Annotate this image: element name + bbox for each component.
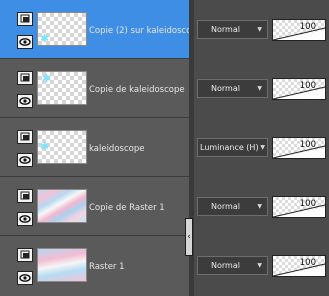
opacity-value: 100 bbox=[299, 140, 316, 150]
opacity-slider[interactable]: 100 bbox=[272, 19, 326, 41]
opacity-value: 100 bbox=[299, 199, 316, 209]
chevron-left-icon[interactable]: ‹ bbox=[185, 218, 193, 256]
raster-layer-icon[interactable] bbox=[17, 12, 33, 26]
layer-icons bbox=[14, 59, 36, 117]
layer-thumbnail[interactable] bbox=[37, 189, 87, 223]
layer-name[interactable]: Copie de Raster 1 bbox=[89, 203, 189, 214]
opacity-slider[interactable]: 100 bbox=[272, 78, 326, 100]
opacity-slider[interactable]: 100 bbox=[272, 255, 326, 277]
opacity-value: 100 bbox=[299, 22, 316, 32]
sparkle-icon: ✱ bbox=[42, 72, 52, 85]
layer-name[interactable]: Copie de kaleidoscope bbox=[89, 85, 189, 96]
chevron-down-icon: ▼ bbox=[257, 203, 262, 210]
layer-name[interactable]: Copie (2) sur kaleidoscope bbox=[89, 26, 189, 37]
chevron-down-icon: ▼ bbox=[260, 144, 265, 151]
blend-mode-select[interactable]: Normal ▼ bbox=[197, 79, 268, 98]
blend-mode-value: Normal bbox=[211, 202, 240, 211]
layer-icons bbox=[14, 236, 36, 294]
layer-icons bbox=[14, 177, 36, 235]
layer-thumbnail[interactable]: ✱ bbox=[37, 130, 87, 164]
layer-controls: Normal ▼ 100 bbox=[194, 0, 329, 59]
blend-mode-select[interactable]: Luminance (H) ▼ bbox=[197, 138, 268, 157]
raster-layer-icon[interactable] bbox=[17, 130, 33, 144]
eye-icon[interactable] bbox=[17, 271, 33, 285]
layer-row-raster-1[interactable]: Raster 1 bbox=[0, 236, 189, 296]
chevron-down-icon: ▼ bbox=[257, 262, 262, 269]
chevron-down-icon: ▼ bbox=[257, 26, 262, 33]
blend-mode-value: Luminance (H) bbox=[200, 143, 259, 152]
blend-mode-select[interactable]: Normal ▼ bbox=[197, 20, 268, 39]
layer-row-copie-de-kaleidoscope[interactable]: ✱ Copie de kaleidoscope bbox=[0, 59, 189, 118]
layer-controls: Normal ▼ 100 bbox=[194, 59, 329, 118]
layer-name[interactable]: kaleidoscope bbox=[89, 144, 189, 155]
opacity-slider[interactable]: 100 bbox=[272, 137, 326, 159]
layers-panel: ✱ Copie (2) sur kaleidoscope ✱ Copie de … bbox=[0, 0, 329, 296]
blend-mode-value: Normal bbox=[211, 84, 240, 93]
eye-icon[interactable] bbox=[17, 94, 33, 108]
layer-properties-column: Normal ▼ 100 Normal ▼ 100 Luminance (H) … bbox=[194, 0, 329, 296]
layer-icons bbox=[14, 0, 36, 58]
sparkle-icon: ✱ bbox=[40, 140, 50, 153]
layer-row-copie-2-sur-kaleidoscope[interactable]: ✱ Copie (2) sur kaleidoscope bbox=[0, 0, 189, 59]
blend-mode-select[interactable]: Normal ▼ bbox=[197, 197, 268, 216]
opacity-slider[interactable]: 100 bbox=[272, 196, 326, 218]
eye-icon[interactable] bbox=[17, 35, 33, 49]
layer-thumbnail[interactable] bbox=[37, 248, 87, 282]
layer-list: ✱ Copie (2) sur kaleidoscope ✱ Copie de … bbox=[0, 0, 189, 296]
raster-layer-icon[interactable] bbox=[17, 71, 33, 85]
eye-icon[interactable] bbox=[17, 212, 33, 226]
chevron-down-icon: ▼ bbox=[257, 85, 262, 92]
raster-layer-icon[interactable] bbox=[17, 248, 33, 262]
blend-mode-value: Normal bbox=[211, 25, 240, 34]
layer-thumbnail[interactable]: ✱ bbox=[37, 71, 87, 105]
layer-name[interactable]: Raster 1 bbox=[89, 262, 189, 273]
layer-row-kaleidoscope[interactable]: ✱ kaleidoscope bbox=[0, 118, 189, 177]
layer-controls: Normal ▼ 100 bbox=[194, 177, 329, 236]
layer-row-copie-de-raster-1[interactable]: Copie de Raster 1 bbox=[0, 177, 189, 236]
layer-controls: Normal ▼ 100 bbox=[194, 236, 329, 295]
layer-icons bbox=[14, 118, 36, 176]
sparkle-icon: ✱ bbox=[40, 32, 50, 45]
opacity-value: 100 bbox=[299, 258, 316, 268]
layer-thumbnail[interactable]: ✱ bbox=[37, 12, 87, 46]
blend-mode-select[interactable]: Normal ▼ bbox=[197, 256, 268, 275]
layer-controls: Luminance (H) ▼ 100 bbox=[194, 118, 329, 177]
blend-mode-value: Normal bbox=[211, 261, 240, 270]
eye-icon[interactable] bbox=[17, 153, 33, 167]
opacity-value: 100 bbox=[299, 81, 316, 91]
raster-layer-icon[interactable] bbox=[17, 189, 33, 203]
